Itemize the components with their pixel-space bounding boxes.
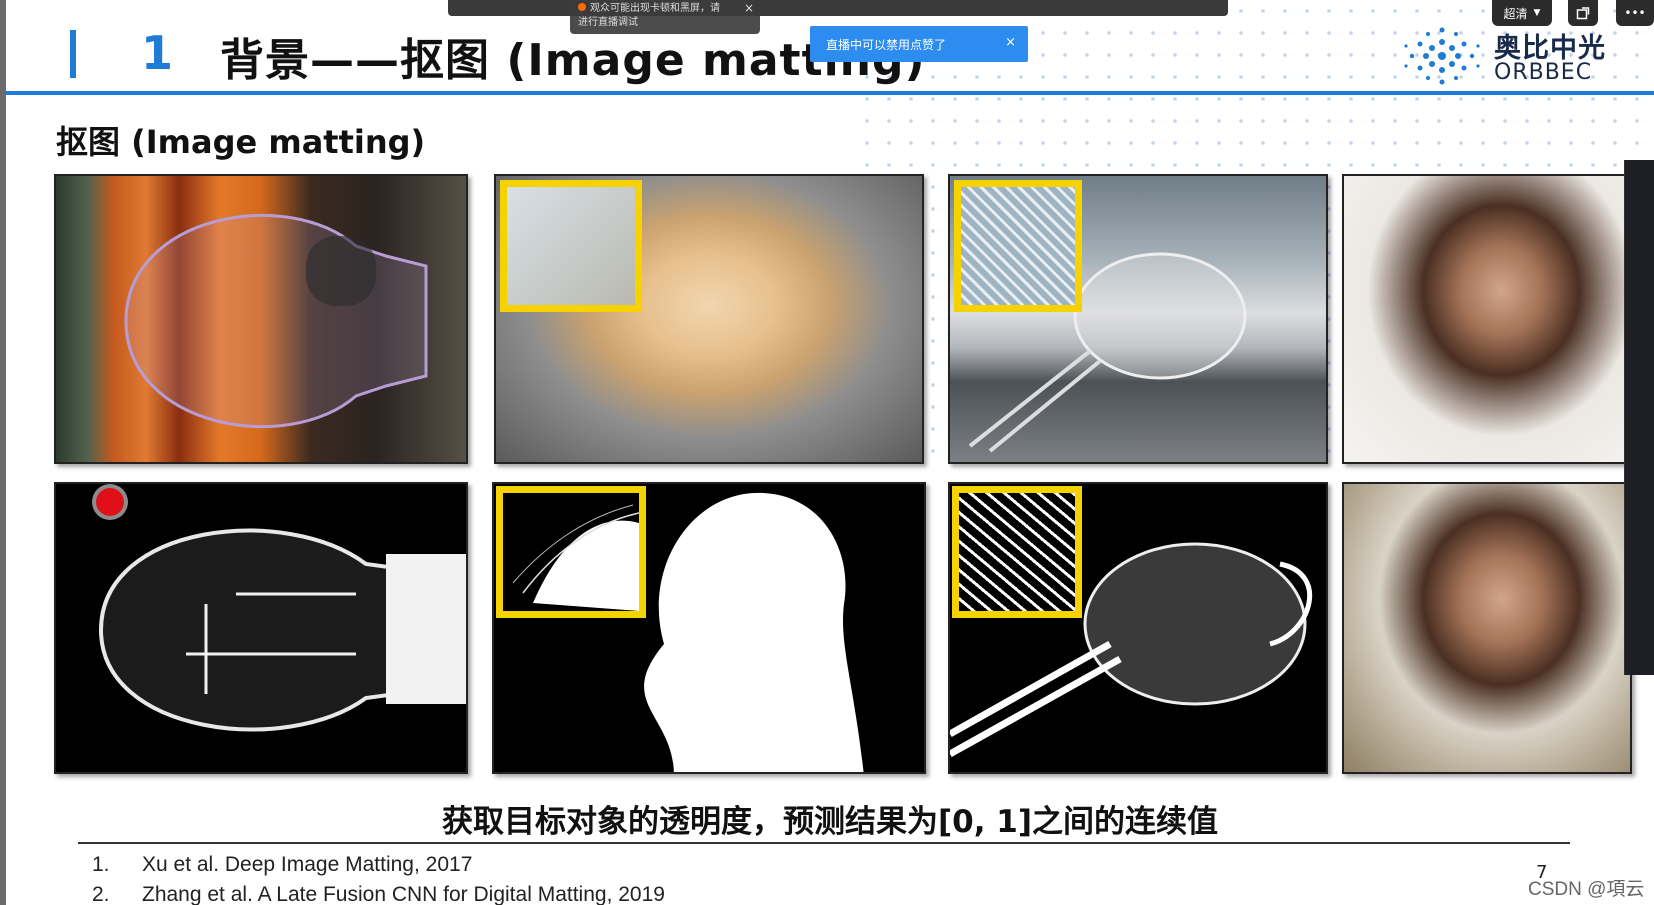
recording-indicator-icon (96, 488, 124, 516)
hair-detail-inset (500, 180, 642, 312)
car-with-strainer-photo (948, 174, 1328, 464)
warning-dot-icon (578, 3, 586, 11)
section-title: 抠图 (Image matting) (56, 123, 426, 161)
quality-dropdown-button[interactable]: 超清 ▼ (1492, 0, 1552, 26)
orbbec-logo-icon (1404, 27, 1480, 85)
chat-panel-edge[interactable] (1624, 160, 1654, 675)
toast-text: 直播中可以禁用点赞了 (826, 38, 947, 52)
quality-label: 超清 (1503, 6, 1528, 21)
references-list: 1. Xu et al. Deep Image Matting, 2017 2.… (92, 850, 665, 905)
tooltip-text-1: 观众可能出现卡顿和黑屏，请 (590, 3, 720, 14)
lightbulb-outline-illustration (124, 214, 428, 428)
slide-caption: 获取目标对象的透明度，预测结果为[0, 1]之间的连续值 (441, 804, 1219, 840)
hair-strands-illustration (512, 504, 640, 611)
mesh-matte-inset (952, 486, 1082, 618)
title-accent-bar (70, 30, 76, 78)
stream-toolbar-strip (448, 0, 1228, 16)
lightbulb-matte-illustration (98, 528, 466, 732)
popout-window-button[interactable] (1568, 0, 1598, 26)
logo-text-en: ORBBEC (1494, 60, 1593, 85)
popout-icon (1576, 7, 1590, 20)
stream-warning-tooltip: 观众可能出现卡顿和黑屏，请 进行直播调试 × (570, 0, 760, 34)
more-options-button[interactable]: ••• (1616, 0, 1654, 26)
slide: 1 背景——抠图 (Image matting) 奥比中光 ORBBEC 抠图 … (6, 0, 1654, 905)
hair-matte-inset (496, 486, 646, 618)
woman-portrait-photo (1342, 174, 1632, 464)
mesh-detail-inset (954, 180, 1082, 312)
section-number: 1 (141, 26, 174, 80)
tooltip-text-2: 进行直播调试 (578, 17, 638, 28)
close-icon[interactable]: × (1005, 35, 1016, 50)
title-divider (6, 91, 1654, 95)
lightbulb-photo (54, 174, 468, 464)
woman-composite-photo (1342, 482, 1632, 774)
girl-photo (494, 174, 924, 464)
reference-item: 1. Xu et al. Deep Image Matting, 2017 (92, 853, 473, 876)
like-disabled-toast: 直播中可以禁用点赞了 × (810, 26, 1028, 62)
lightbulb-alpha-matte (54, 482, 468, 774)
chevron-down-icon: ▼ (1533, 8, 1541, 18)
orbbec-logo: 奥比中光 ORBBEC (1398, 22, 1628, 90)
close-icon[interactable]: × (744, 1, 754, 15)
girl-alpha-matte (492, 482, 926, 774)
more-icon: ••• (1624, 6, 1646, 20)
reference-item: 2. Zhang et al. A Late Fusion CNN for Di… (92, 883, 665, 905)
strainer-alpha-matte (948, 482, 1328, 774)
csdn-watermark: CSDN @項云 (1528, 879, 1645, 900)
references-divider (78, 842, 1570, 844)
